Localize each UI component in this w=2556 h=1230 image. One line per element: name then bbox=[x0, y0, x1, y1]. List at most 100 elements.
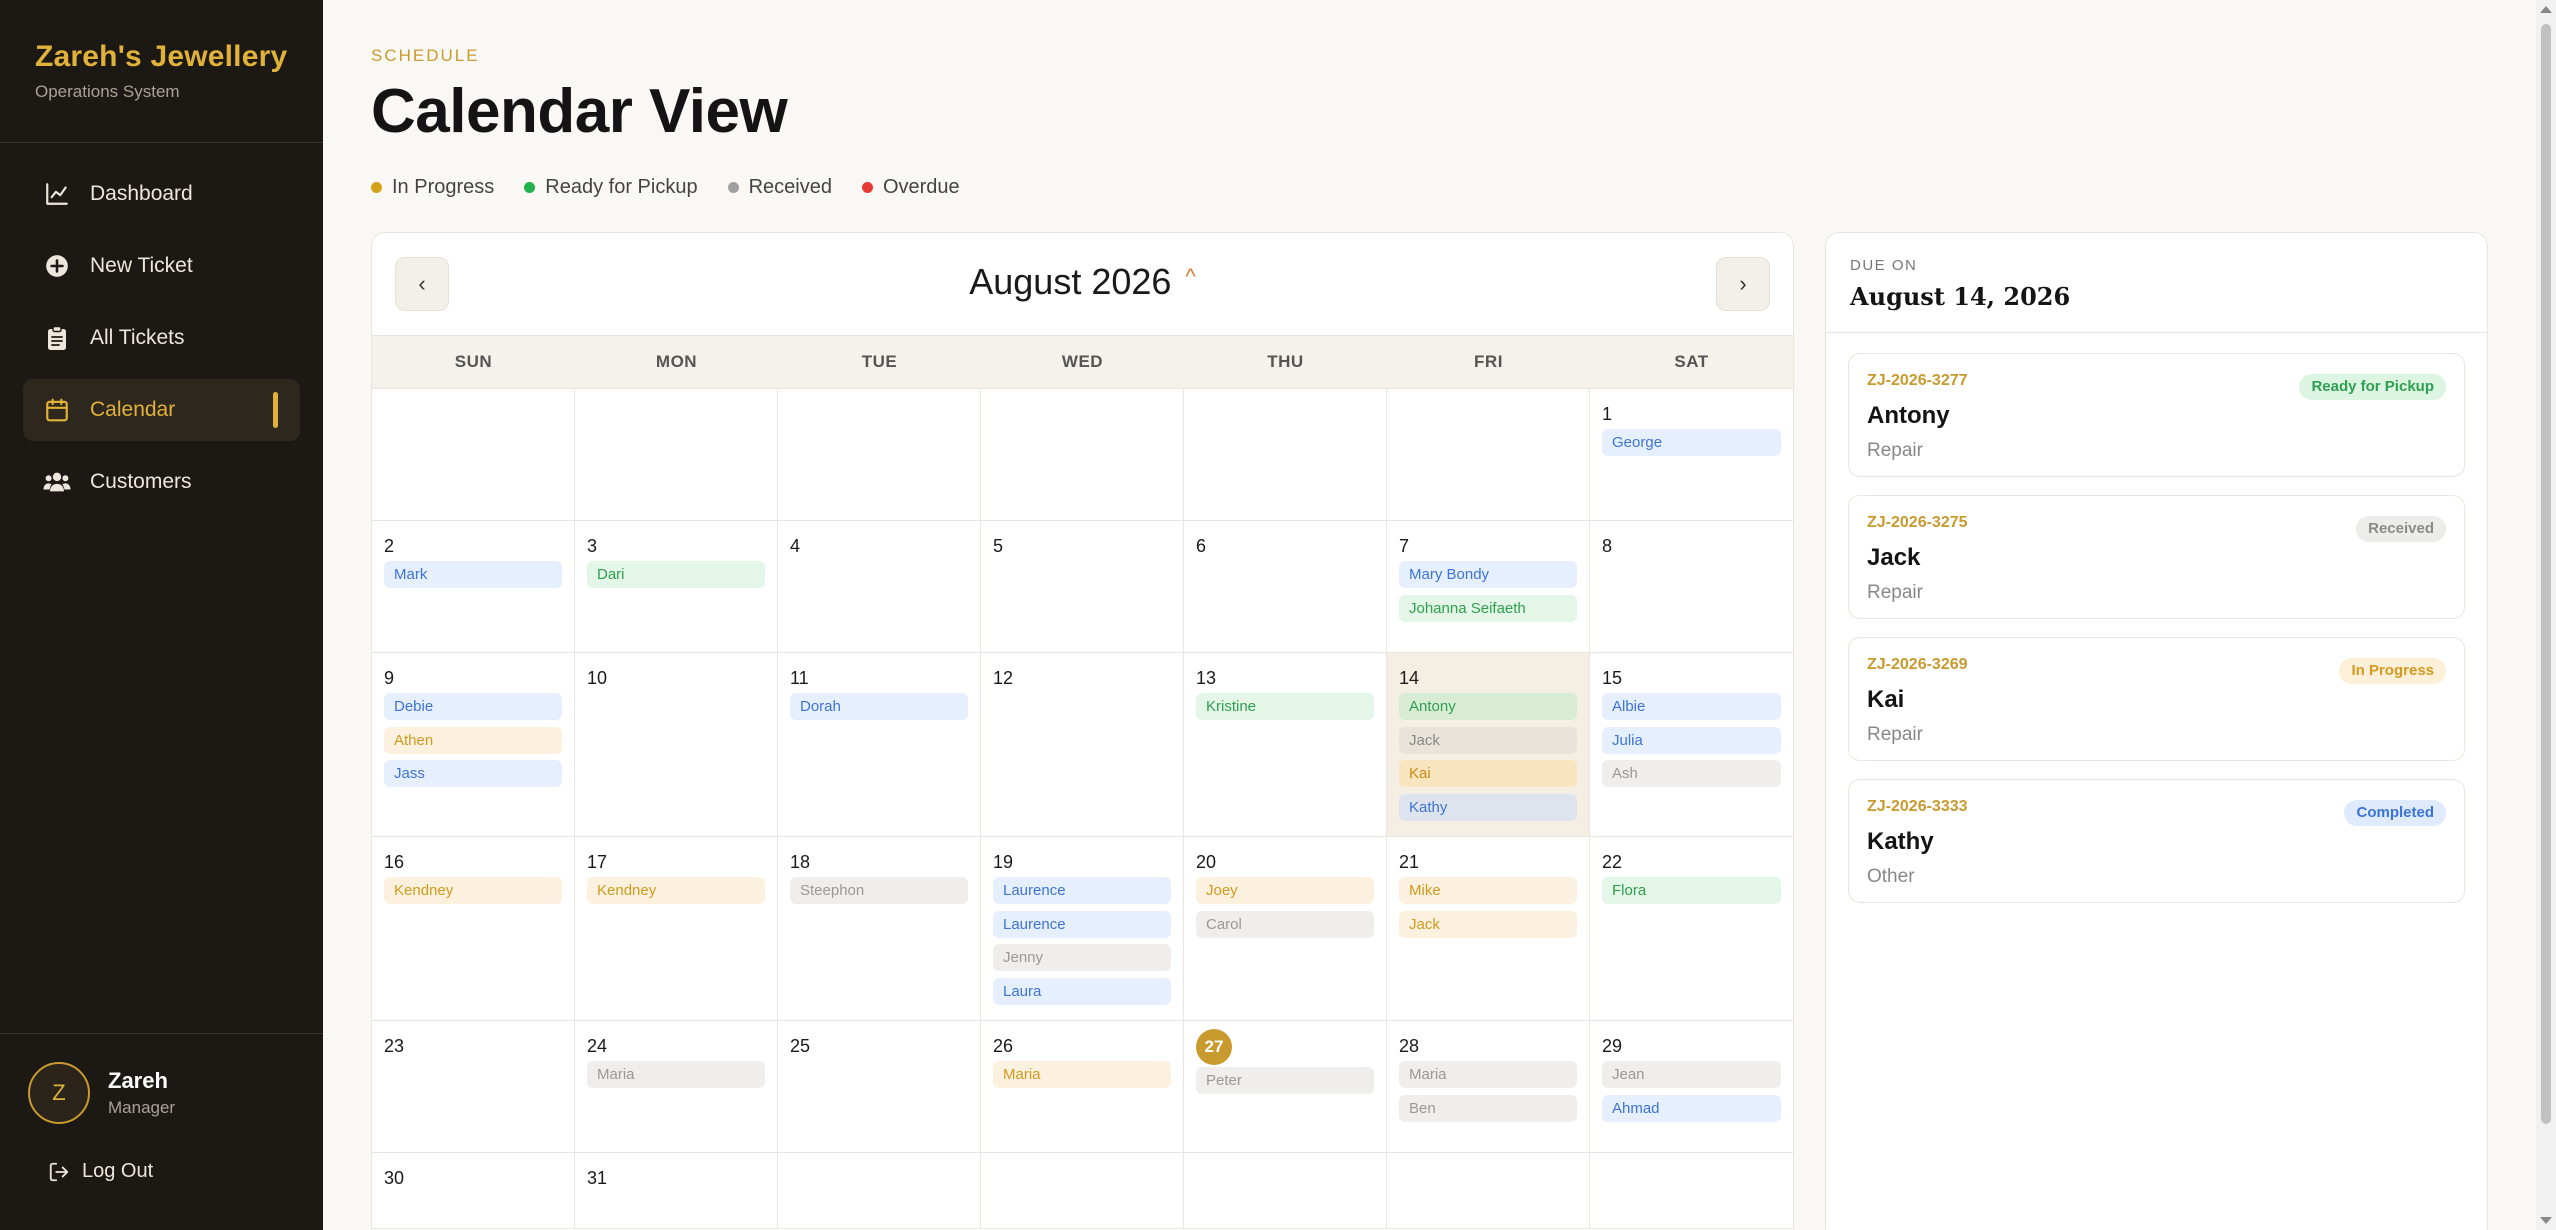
event-chip[interactable]: Mike bbox=[1399, 877, 1577, 904]
ticket-card[interactable]: ZJ-2026-3269 Kai Repair In Progress bbox=[1848, 637, 2465, 761]
calendar-day-3[interactable]: 3 Dari bbox=[575, 521, 778, 653]
event-chip[interactable]: Carol bbox=[1196, 910, 1374, 938]
calendar-day-29[interactable]: 29 Jean Ahmad bbox=[1590, 1021, 1793, 1153]
event-chip[interactable]: Laurence bbox=[993, 910, 1171, 938]
sidebar-item-label: All Tickets bbox=[90, 326, 185, 349]
due-date: August 14, 2026 bbox=[1850, 282, 2071, 311]
calendar-day-10[interactable]: 10 bbox=[575, 653, 778, 837]
calendar-day-6[interactable]: 6 bbox=[1184, 521, 1387, 653]
event-chip[interactable]: Antony bbox=[1399, 693, 1577, 720]
calendar-day-2[interactable]: 2 Mark bbox=[372, 521, 575, 653]
calendar-day-13[interactable]: 13 Kristine bbox=[1184, 653, 1387, 837]
sidebar-item-calendar[interactable]: Calendar bbox=[23, 379, 300, 441]
user-profile[interactable]: Z Zareh Manager bbox=[0, 1034, 323, 1124]
event-chip[interactable]: Joey bbox=[1196, 877, 1374, 904]
logout-label: Log Out bbox=[82, 1160, 154, 1182]
event-chip[interactable]: Mary Bondy bbox=[1399, 561, 1577, 588]
event-chip[interactable]: Maria bbox=[993, 1061, 1171, 1088]
scroll-up-icon[interactable] bbox=[2540, 6, 2552, 13]
calendar-day-22[interactable]: 22 Flora bbox=[1590, 837, 1793, 1021]
event-chip[interactable]: Peter bbox=[1196, 1067, 1374, 1094]
avatar: Z bbox=[28, 1062, 90, 1124]
sidebar-item-all-tickets[interactable]: All Tickets bbox=[23, 307, 300, 369]
sidebar-item-new-ticket[interactable]: New Ticket bbox=[23, 235, 300, 297]
day-number: 6 bbox=[1196, 536, 1207, 556]
brand-title: Zareh's Jewellery bbox=[35, 40, 288, 73]
month-label[interactable]: August 2026 ^ bbox=[372, 261, 1793, 303]
calendar-day-27[interactable]: 27 Peter bbox=[1184, 1021, 1387, 1153]
calendar-day-14[interactable]: 14 Antony Jack Kai Kathy bbox=[1387, 653, 1590, 837]
calendar-day-9[interactable]: 9 Debie Athen Jass bbox=[372, 653, 575, 837]
weekday-label: THU bbox=[1267, 352, 1304, 371]
event-chip[interactable]: Jack bbox=[1399, 910, 1577, 938]
day-number: 26 bbox=[993, 1036, 1014, 1056]
event-chip[interactable]: Maria bbox=[1399, 1061, 1577, 1088]
logout-button[interactable]: Log Out bbox=[0, 1124, 323, 1183]
calendar-empty-cell bbox=[778, 1153, 981, 1229]
event-chip[interactable]: Johanna Seifaeth bbox=[1399, 594, 1577, 622]
ticket-card[interactable]: ZJ-2026-3277 Antony Repair Ready for Pic… bbox=[1848, 353, 2465, 477]
event-chip[interactable]: Jass bbox=[384, 760, 562, 787]
event-chip[interactable]: Flora bbox=[1602, 877, 1781, 904]
calendar-day-17[interactable]: 17 Kendney bbox=[575, 837, 778, 1021]
calendar-day-1[interactable]: 1 George bbox=[1590, 389, 1793, 521]
calendar-day-5[interactable]: 5 bbox=[981, 521, 1184, 653]
event-chip[interactable]: Ben bbox=[1399, 1094, 1577, 1122]
event-chip[interactable]: Kristine bbox=[1196, 693, 1374, 720]
calendar-day-7[interactable]: 7 Mary Bondy Johanna Seifaeth bbox=[1387, 521, 1590, 653]
sidebar-item-dashboard[interactable]: Dashboard bbox=[23, 163, 300, 225]
event-chip[interactable]: Julia bbox=[1602, 726, 1781, 754]
calendar-day-16[interactable]: 16 Kendney bbox=[372, 837, 575, 1021]
scroll-thumb[interactable] bbox=[2541, 24, 2551, 1124]
calendar-day-18[interactable]: 18 Steephon bbox=[778, 837, 981, 1021]
event-chip[interactable]: Laurence bbox=[993, 877, 1171, 904]
calendar-day-20[interactable]: 20 Joey Carol bbox=[1184, 837, 1387, 1021]
weekday-header: SUN MON TUE WED THU FRI SAT bbox=[372, 335, 1793, 389]
event-chip[interactable]: Kendney bbox=[384, 877, 562, 904]
event-chip[interactable]: Kendney bbox=[587, 877, 765, 904]
calendar-day-28[interactable]: 28 Maria Ben bbox=[1387, 1021, 1590, 1153]
scroll-down-icon[interactable] bbox=[2540, 1217, 2552, 1224]
event-chip[interactable]: Jean bbox=[1602, 1061, 1781, 1088]
weekday-label: FRI bbox=[1474, 352, 1503, 371]
calendar-day-23[interactable]: 23 bbox=[372, 1021, 575, 1153]
page-scrollbar[interactable] bbox=[2536, 0, 2556, 1230]
event-chip[interactable]: Ahmad bbox=[1602, 1094, 1781, 1122]
day-number: 12 bbox=[993, 668, 1014, 688]
event-chip[interactable]: Athen bbox=[384, 726, 562, 754]
calendar-day-25[interactable]: 25 bbox=[778, 1021, 981, 1153]
event-chip[interactable]: Ash bbox=[1602, 760, 1781, 787]
ticket-card[interactable]: ZJ-2026-3275 Jack Repair Received bbox=[1848, 495, 2465, 619]
event-chip[interactable]: Mark bbox=[384, 561, 562, 588]
calendar-day-11[interactable]: 11 Dorah bbox=[778, 653, 981, 837]
calendar-day-15[interactable]: 15 Albie Julia Ash bbox=[1590, 653, 1793, 837]
event-chip[interactable]: Maria bbox=[587, 1061, 765, 1088]
calendar-day-30[interactable]: 30 bbox=[372, 1153, 575, 1229]
calendar-empty-cell bbox=[1590, 1153, 1793, 1229]
event-chip[interactable]: Laura bbox=[993, 977, 1171, 1005]
calendar-day-24[interactable]: 24 Maria bbox=[575, 1021, 778, 1153]
event-chip[interactable]: Dari bbox=[587, 561, 765, 588]
event-chip[interactable]: Albie bbox=[1602, 693, 1781, 720]
event-chip[interactable]: George bbox=[1602, 429, 1781, 456]
event-chip[interactable]: Jenny bbox=[993, 944, 1171, 971]
event-chip[interactable]: Steephon bbox=[790, 877, 968, 904]
event-chip[interactable]: Kai bbox=[1399, 760, 1577, 787]
calendar-day-19[interactable]: 19 Laurence Laurence Jenny Laura bbox=[981, 837, 1184, 1021]
calendar-day-4[interactable]: 4 bbox=[778, 521, 981, 653]
next-month-button[interactable]: › bbox=[1716, 257, 1770, 311]
calendar-day-31[interactable]: 31 bbox=[575, 1153, 778, 1229]
ticket-card[interactable]: ZJ-2026-3333 Kathy Other Completed bbox=[1848, 779, 2465, 903]
calendar-day-8[interactable]: 8 bbox=[1590, 521, 1793, 653]
calendar-day-21[interactable]: 21 Mike Jack bbox=[1387, 837, 1590, 1021]
event-chip[interactable]: Dorah bbox=[790, 693, 968, 720]
event-chip[interactable]: Jack bbox=[1399, 726, 1577, 754]
sidebar-item-label: Calendar bbox=[90, 398, 176, 421]
event-chip[interactable]: Debie bbox=[384, 693, 562, 720]
day-number: 4 bbox=[790, 536, 801, 556]
calendar-day-12[interactable]: 12 bbox=[981, 653, 1184, 837]
sidebar-item-customers[interactable]: Customers bbox=[23, 451, 300, 513]
event-chip[interactable]: Kathy bbox=[1399, 793, 1577, 821]
sidebar-item-label: Customers bbox=[90, 470, 192, 493]
calendar-day-26[interactable]: 26 Maria bbox=[981, 1021, 1184, 1153]
